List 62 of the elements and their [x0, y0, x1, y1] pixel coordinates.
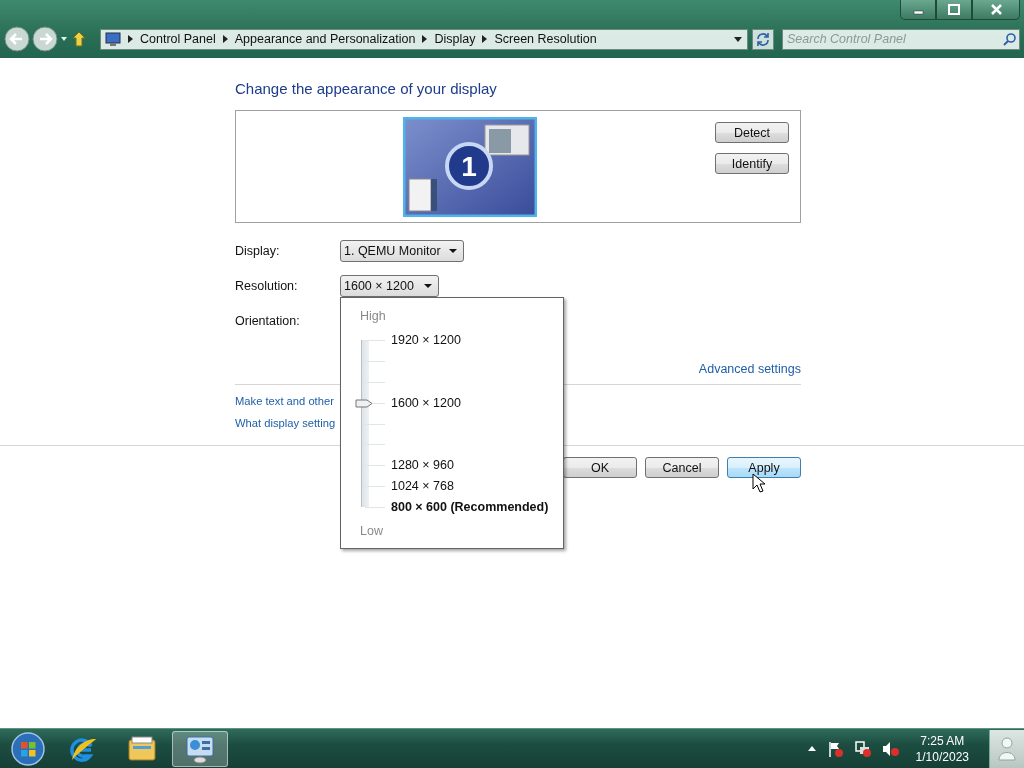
slider-track[interactable]: [361, 340, 369, 507]
minimize-button[interactable]: [900, 0, 936, 20]
folder-icon: [127, 733, 157, 764]
panel-button[interactable]: Identify: [715, 153, 789, 174]
slider-thumb[interactable]: [355, 398, 373, 408]
slider-end-label: Low: [360, 524, 383, 538]
chevron-icon[interactable]: [221, 35, 229, 43]
close-button[interactable]: [972, 0, 1020, 20]
field-label: Resolution:: [235, 279, 299, 293]
restore-button[interactable]: [936, 0, 972, 20]
panel-button[interactable]: Detect: [715, 122, 789, 143]
chevron-icon[interactable]: [421, 35, 429, 43]
address-bar[interactable]: Control Panel Appearance and Personalization Display Screen Resolution: [100, 28, 748, 50]
chevron-icon[interactable]: [127, 35, 134, 43]
user-icon: [997, 736, 1017, 761]
show-desktop-button[interactable]: [989, 729, 1024, 768]
slider-end-label: High: [360, 309, 386, 323]
restore-icon: [948, 4, 960, 15]
monitor-number: 1: [461, 151, 477, 182]
field-label: Display:: [235, 244, 281, 258]
tray-expand-icon[interactable]: [806, 745, 817, 752]
dropdown[interactable]: 1600 × 1200: [340, 275, 439, 297]
resolution-option[interactable]: 1280 × 960: [391, 458, 454, 473]
resolution-option[interactable]: 1920 × 1200: [391, 333, 461, 347]
dropdown-caret-icon[interactable]: [733, 35, 743, 43]
dropdown[interactable]: 1. QEMU Monitor: [340, 240, 464, 262]
page-heading: Change the appearance of your display: [235, 80, 498, 99]
start-button[interactable]: [11, 731, 45, 766]
close-icon: [989, 4, 1003, 15]
clock-time[interactable]: 7:25 AM: [920, 733, 965, 748]
network-icon[interactable]: [853, 739, 872, 758]
dropdown-caret-icon: [448, 249, 457, 253]
control-panel-icon: [185, 733, 215, 764]
breadcrumb[interactable]: Display: [434, 32, 476, 46]
resolution-option[interactable]: 800 × 600 (Recommended): [391, 500, 549, 514]
caret-icon[interactable]: [60, 35, 68, 43]
dropdown-caret-icon: [424, 284, 432, 288]
flag-icon[interactable]: [826, 739, 844, 758]
breadcrumb[interactable]: Screen Resolution: [494, 32, 597, 46]
resolution-option[interactable]: 1024 × 768: [391, 479, 454, 494]
control-panel-icon: [105, 31, 121, 47]
up-folder-icon[interactable]: [70, 30, 88, 48]
field-label: Orientation:: [235, 314, 301, 328]
dialog-button[interactable]: Apply: [727, 457, 801, 478]
forward-button[interactable]: [32, 26, 58, 52]
search-icon[interactable]: [1003, 32, 1016, 46]
breadcrumb[interactable]: Control Panel: [140, 32, 216, 46]
advanced-settings-link[interactable]: Advanced settings: [698, 362, 801, 376]
refresh-button[interactable]: [752, 28, 774, 50]
monitor-drawing[interactable]: 1: [403, 117, 537, 217]
back-button[interactable]: [4, 26, 30, 52]
dialog-button[interactable]: Cancel: [645, 457, 719, 478]
chevron-icon[interactable]: [481, 35, 489, 43]
refresh-icon: [755, 31, 771, 47]
mouse-cursor-icon: [752, 473, 766, 493]
breadcrumb[interactable]: Appearance and Personalization: [234, 32, 416, 46]
help-link[interactable]: What display setting: [235, 417, 336, 429]
resolution-option[interactable]: 1600 × 1200: [391, 395, 461, 410]
help-link[interactable]: Make text and other: [235, 395, 334, 407]
clock-date[interactable]: 1/10/2023: [915, 749, 969, 764]
search-field[interactable]: Search Control Panel: [782, 28, 1020, 50]
dialog-button[interactable]: OK: [563, 457, 637, 478]
